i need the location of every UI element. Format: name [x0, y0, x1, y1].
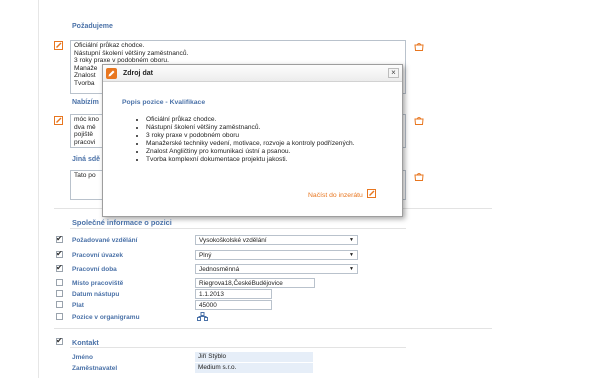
workplace-checkbox[interactable]	[56, 279, 63, 286]
other-title: Jiná sdě	[72, 156, 101, 163]
working-hours-select[interactable]: Jednosměnná ▼	[195, 264, 358, 274]
data-source-dialog: Zdroj dat × Popis pozice - Kvalifikace O…	[102, 64, 403, 217]
qualification-list: Oficiální průkaz chodce. Nástupní školen…	[146, 116, 396, 164]
salary-label: Plat	[72, 302, 84, 309]
name-label: Jméno	[72, 354, 93, 361]
salary-checkbox[interactable]	[56, 301, 63, 308]
salary-input[interactable]: 45000	[195, 300, 272, 310]
bag-icon[interactable]	[414, 42, 424, 51]
list-item: 3 roky praxe v podobném oboru	[146, 132, 396, 140]
employer-value: Medium s.r.o.	[195, 363, 313, 373]
education-checkbox[interactable]	[56, 234, 63, 243]
offer-title: Nabízím	[72, 99, 99, 106]
org-chart-label: Pozice v organigramu	[72, 314, 140, 321]
working-hours-label: Pracovní doba	[72, 266, 117, 273]
workplace-input[interactable]: Riegrova18,ČeskéBudějovice	[195, 278, 315, 288]
workload-select[interactable]: Plný ▼	[195, 250, 358, 260]
contact-divider	[70, 347, 406, 348]
requirements-title: Požadujeme	[72, 23, 113, 30]
caret-down-icon: ▼	[349, 266, 354, 272]
caret-down-icon: ▼	[349, 252, 354, 258]
common-info-divider	[70, 228, 406, 229]
employer-label: Zaměstnavatel	[72, 365, 118, 372]
data-source-icon[interactable]	[54, 116, 63, 125]
contact-checkbox[interactable]	[56, 336, 63, 345]
start-date-label: Datum nástupu	[72, 291, 120, 298]
data-source-icon[interactable]	[54, 41, 63, 50]
working-hours-value: Jednosměnná	[199, 266, 240, 273]
load-to-ad-button[interactable]: Načíst do inzerátu	[308, 189, 376, 200]
workplace-label: Místo pracoviště	[72, 280, 124, 287]
dialog-title: Zdroj dat	[123, 70, 153, 77]
workload-value: Plný	[199, 252, 212, 259]
section-divider	[54, 328, 492, 329]
org-chart-checkbox[interactable]	[56, 313, 63, 320]
contact-title: Kontakt	[72, 338, 99, 347]
workload-checkbox[interactable]	[56, 249, 63, 258]
org-chart-icon[interactable]	[197, 312, 208, 323]
list-item: Tvorba komplexní dokumentace projektu ja…	[146, 156, 396, 164]
list-item: Nástupní školení většiny zaměstnanců.	[146, 124, 396, 132]
load-to-ad-label: Načíst do inzerátu	[308, 192, 363, 199]
common-info-title: Společné informace o pozici	[72, 218, 172, 227]
list-item: Manažerské techniky vedení, motivace, ro…	[146, 140, 396, 148]
workload-label: Pracovní úvazek	[72, 252, 123, 259]
close-button[interactable]: ×	[388, 68, 399, 78]
education-label: Požadované vzdělání	[72, 237, 138, 244]
dialog-header: Zdroj dat ×	[103, 65, 402, 82]
name-value: Jiří Stýblo	[195, 352, 313, 362]
list-item: Znalost Angličtiny pro komunikaci ústní …	[146, 148, 396, 156]
list-item: Oficiální průkaz chodce.	[146, 116, 396, 124]
education-select[interactable]: Vysokoškolské vzdělání ▼	[195, 235, 358, 245]
start-date-input[interactable]: 1.1.2013	[195, 289, 272, 299]
bag-icon[interactable]	[414, 116, 424, 125]
start-date-checkbox[interactable]	[56, 290, 63, 297]
dialog-section-title: Popis pozice - Kvalifikace	[122, 99, 206, 106]
bag-icon[interactable]	[414, 172, 424, 181]
left-divider	[38, 0, 39, 378]
data-source-icon	[366, 189, 376, 200]
pencil-icon	[106, 68, 117, 79]
caret-down-icon: ▼	[349, 237, 354, 243]
education-value: Vysokoškolské vzdělání	[199, 237, 267, 244]
working-hours-checkbox[interactable]	[56, 263, 63, 272]
